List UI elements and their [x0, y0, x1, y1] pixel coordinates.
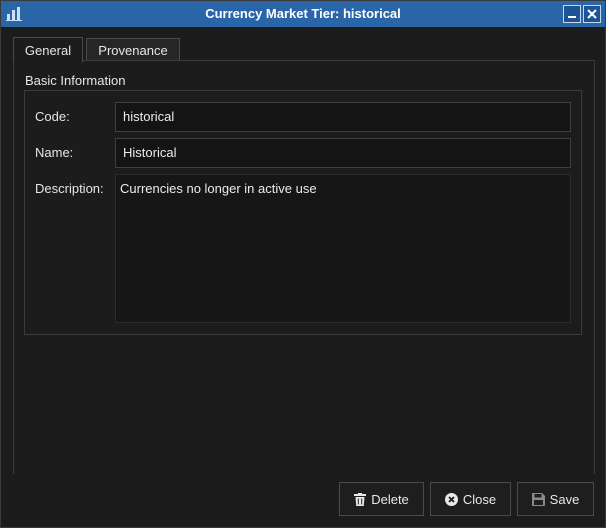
dialog-window: Currency Market Tier: historical General… — [0, 0, 606, 528]
name-label: Name: — [35, 145, 74, 160]
code-label: Code: — [35, 109, 70, 124]
delete-button-label: Delete — [371, 491, 409, 507]
close-window-button[interactable] — [583, 5, 601, 23]
code-field[interactable]: historical — [115, 102, 571, 132]
description-field[interactable]: Currencies no longer in active use — [115, 174, 571, 323]
delete-button[interactable]: Delete — [339, 482, 424, 516]
description-label: Description: — [35, 181, 104, 196]
minimize-button[interactable] — [563, 5, 581, 23]
tab-provenance[interactable]: Provenance — [86, 38, 180, 61]
floppy-icon — [531, 492, 545, 506]
close-icon — [587, 9, 597, 19]
tab-general[interactable]: General — [13, 37, 83, 62]
trash-icon — [354, 492, 367, 506]
save-button-label: Save — [549, 491, 580, 507]
close-button[interactable]: Close — [430, 482, 511, 516]
group-title: Basic Information — [25, 73, 126, 88]
close-circle-icon — [444, 492, 458, 506]
name-field[interactable]: Historical — [115, 138, 571, 168]
window-title: Currency Market Tier: historical — [205, 6, 401, 21]
save-button[interactable]: Save — [517, 482, 594, 516]
minimize-icon — [568, 16, 576, 18]
title-bar[interactable]: Currency Market Tier: historical — [1, 1, 605, 27]
close-button-label: Close — [462, 491, 497, 507]
